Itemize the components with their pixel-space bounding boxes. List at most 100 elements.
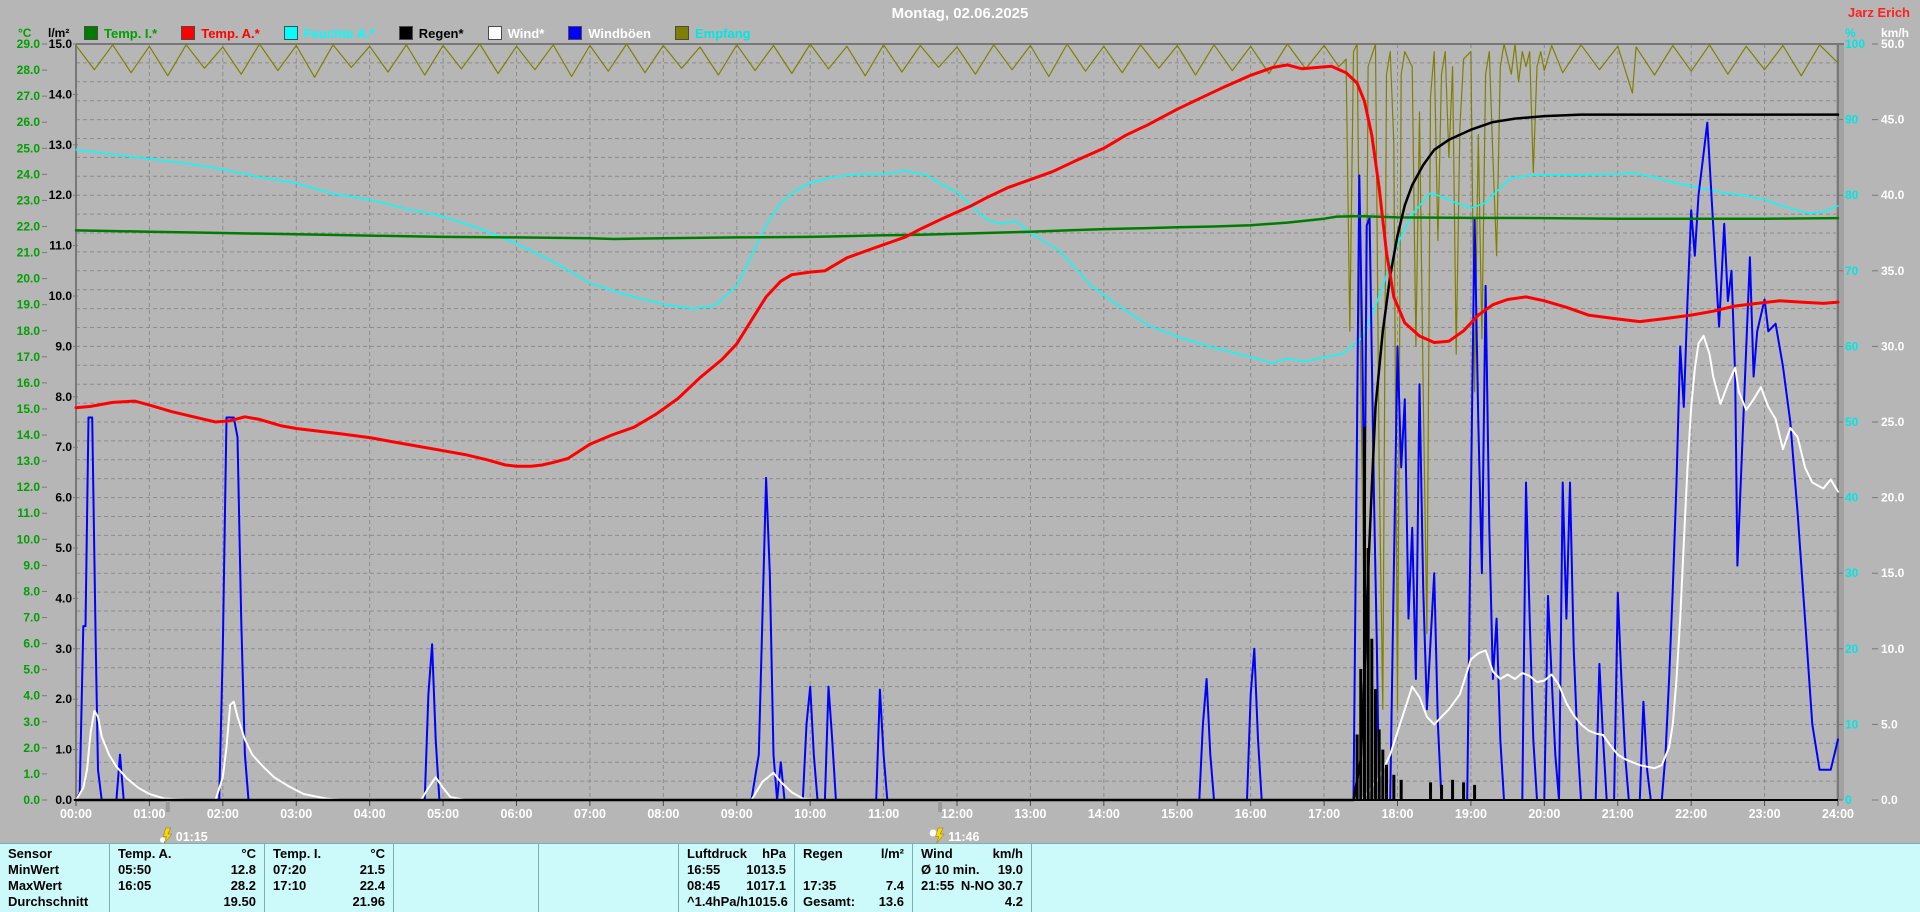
stat-column-unit: °C <box>241 846 256 862</box>
x-axis-label: 12:00 <box>941 807 973 821</box>
x-axis-label: 05:00 <box>427 807 459 821</box>
y-axis-label: 21.0 <box>17 246 41 260</box>
lightning-sun-icon <box>930 828 945 843</box>
marker-time-label: 01:15 <box>176 830 208 843</box>
y-axis-label: 7.0 <box>23 611 40 625</box>
y-axis-label: 70 <box>1845 264 1859 278</box>
y-axis-label: 9.0 <box>55 339 72 353</box>
y-axis-label: 28.0 <box>17 63 41 77</box>
y-axis-label: 0.0 <box>23 793 40 807</box>
x-axis-label: 08:00 <box>647 807 679 821</box>
y-axis-label: 50 <box>1845 415 1859 429</box>
y-axis-label: 17.0 <box>17 350 41 364</box>
y-axis-label: 6.0 <box>23 637 40 651</box>
y-axis-label: 20 <box>1845 642 1859 656</box>
stat-cell-time: 21:55 <box>921 878 954 894</box>
y-axis-label: 0.0 <box>55 793 72 807</box>
y-axis-label: 22.0 <box>17 219 41 233</box>
y-axis-label: 3.0 <box>23 715 40 729</box>
stat-column-name: Temp. A. <box>118 846 171 862</box>
y-axis-label: 15.0 <box>1881 566 1905 580</box>
y-axis-label: 35.0 <box>1881 264 1905 278</box>
y-axis-label: 10.0 <box>49 289 73 303</box>
stat-cell-value: N-NO 30.7 <box>961 878 1023 894</box>
x-axis-label: 03:00 <box>280 807 312 821</box>
x-axis-label: 11:00 <box>868 807 899 821</box>
y-axis-label: 25.0 <box>1881 415 1905 429</box>
stat-cell-time: 05:50 <box>118 862 151 878</box>
y-axis-label: 5.0 <box>55 541 72 555</box>
y-axis-label: 24.0 <box>17 167 41 181</box>
x-axis-label: 24:00 <box>1822 807 1854 821</box>
y-axis-label: 5.0 <box>23 663 40 677</box>
stat-cell-time: Gesamt: <box>803 894 855 910</box>
x-axis-label: 10:00 <box>794 807 826 821</box>
stats-column-regen: Regenl/m²17:357.4Gesamt:13.6 <box>795 844 913 912</box>
x-axis-label: 22:00 <box>1675 807 1707 821</box>
x-axis-label: 07:00 <box>574 807 606 821</box>
y-axis-label: 5.0 <box>1881 717 1898 731</box>
y-axis-label: 27.0 <box>17 89 41 103</box>
stat-cell-value: 7.4 <box>886 878 904 894</box>
y-axis-label: 60 <box>1845 339 1859 353</box>
y-axis-label: 23.0 <box>17 193 41 207</box>
stats-table: SensorMinWertMaxWertDurchschnitt Temp. A.… <box>0 843 1920 912</box>
y-axis-label: 1.0 <box>55 743 72 757</box>
stat-column-name: Wind <box>921 846 953 862</box>
stats-column-wind: Windkm/hØ 10 min.19.021:55N-NO 30.74.2 <box>913 844 1032 912</box>
stat-cell-value: 12.8 <box>231 862 256 878</box>
x-axis-label: 19:00 <box>1455 807 1487 821</box>
stat-column-unit: °C <box>370 846 385 862</box>
stats-row-header: Durchschnitt <box>8 894 88 910</box>
stat-cell-time: 17:35 <box>803 878 836 894</box>
x-axis-label: 18:00 <box>1382 807 1414 821</box>
y-axis-label: 0.0 <box>1881 793 1898 807</box>
y-axis-label: 8.0 <box>23 584 40 598</box>
stat-cell-value: 13.6 <box>879 894 904 910</box>
y-axis-label: 15.0 <box>17 402 41 416</box>
stats-column-empty-3 <box>539 844 679 912</box>
stat-cell-value: 22.4 <box>360 878 385 894</box>
y-axis-label: 2.0 <box>23 741 40 755</box>
stats-row-header: Sensor <box>8 846 52 862</box>
stat-cell-value: 1015.6 <box>748 894 788 910</box>
stat-cell-time: 07:20 <box>273 862 306 878</box>
x-axis-label: 20:00 <box>1528 807 1560 821</box>
stat-column-unit: hPa <box>762 846 786 862</box>
y-axis-label: 7.0 <box>55 440 72 454</box>
y-axis-label: 4.0 <box>55 591 72 605</box>
y-axis-label: 90 <box>1845 113 1859 127</box>
y-axis-label: 20.0 <box>17 272 41 286</box>
stats-row-header: MaxWert <box>8 878 62 894</box>
y-axis-label: 29.0 <box>17 37 41 51</box>
x-axis-label: 04:00 <box>354 807 386 821</box>
stat-column-name: Temp. I. <box>273 846 321 862</box>
stat-cell-value: 19.0 <box>998 862 1023 878</box>
y-axis-label: 13.0 <box>49 138 73 152</box>
x-axis-label: 14:00 <box>1088 807 1120 821</box>
y-axis-label: 80 <box>1845 188 1859 202</box>
y-axis-label: 11.0 <box>49 239 72 253</box>
stat-cell-value: 1017.1 <box>746 878 786 894</box>
y-axis-label: 9.0 <box>23 558 40 572</box>
y-axis-label: 15.0 <box>49 37 73 51</box>
y-axis-label: 4.0 <box>23 689 40 703</box>
stats-column-temp-i-: Temp. I.°C07:2021.517:1022.421.96 <box>265 844 394 912</box>
x-axis-label: 15:00 <box>1161 807 1193 821</box>
x-axis-label: 02:00 <box>207 807 239 821</box>
stat-cell-value: 21.96 <box>352 894 385 910</box>
stats-row-header: MinWert <box>8 862 59 878</box>
weather-station-window: Montag, 02.06.2025 Jarz Erich °C l/m² % … <box>0 0 1920 912</box>
series-temp-a- <box>76 65 1838 466</box>
y-axis-label: 10.0 <box>17 532 41 546</box>
x-axis-label: 06:00 <box>501 807 533 821</box>
stats-column-luftdruck: LuftdruckhPa16:551013.508:451017.1^1.4hP… <box>679 844 795 912</box>
y-axis-label: 18.0 <box>17 324 41 338</box>
y-axis-label: 1.0 <box>23 767 40 781</box>
x-axis-label: 01:00 <box>133 807 165 821</box>
stats-column-empty-2 <box>394 844 539 912</box>
stat-cell-time: 16:55 <box>687 862 720 878</box>
y-axis-label: 16.0 <box>17 376 41 390</box>
x-axis-label: 17:00 <box>1308 807 1340 821</box>
lightning-icon <box>160 828 172 843</box>
